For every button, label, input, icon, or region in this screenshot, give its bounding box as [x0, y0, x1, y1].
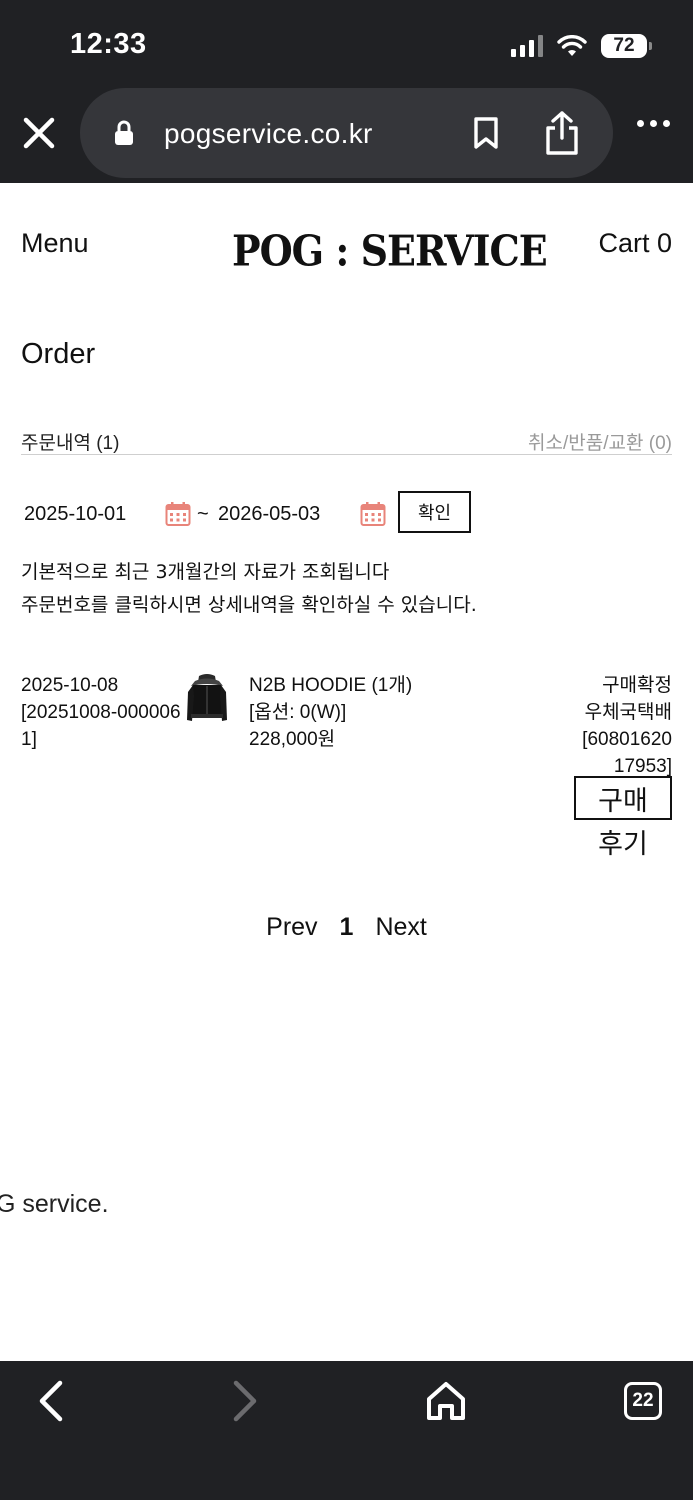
product-price: 228,000원 [249, 729, 336, 750]
cart-link[interactable]: Cart 0 [598, 228, 672, 259]
review-button-label: 구매 [598, 785, 648, 816]
back-arrow-icon[interactable] [34, 1379, 68, 1423]
browser-bottom-toolbar: 22 [0, 1361, 693, 1500]
write-review-button[interactable]: 구매 [574, 776, 672, 820]
cellular-signal-icon [511, 35, 543, 57]
bookmark-icon[interactable] [473, 116, 499, 150]
lock-icon [115, 120, 133, 145]
shipping-carrier: 우체국택배 [584, 702, 672, 723]
battery-level: 72 [613, 35, 635, 56]
order-row: 2025-10-08 [20251008-0000061] N2B HOODIE… [21, 672, 672, 872]
footer-copyright: G service. [0, 1190, 109, 1218]
prev-page-link[interactable]: Prev [266, 913, 317, 942]
order-date-cell: 2025-10-08 [20251008-0000061] [21, 672, 183, 753]
product-info: N2B HOODIE (1개) [옵션: 0(W)] 228,000원 [249, 672, 412, 753]
page-title: Order [21, 338, 96, 370]
order-tabs: 주문내역 (1) 취소/반품/교환 (0) [21, 426, 672, 455]
more-options-icon[interactable] [637, 120, 670, 127]
notice-text: 기본적으로 최근 3개월간의 자료가 조회됩니다 주문번호를 클릭하시면 상세내… [21, 556, 477, 622]
order-date: 2025-10-08 [21, 675, 119, 696]
pagination: Prev 1 Next [0, 913, 693, 942]
current-page[interactable]: 1 [340, 913, 354, 942]
site-logo[interactable]: POG : SERVICE [232, 226, 548, 276]
calendar-icon[interactable] [360, 501, 386, 527]
notice-line: 기본적으로 최근 3개월간의 자료가 조회됩니다 [21, 561, 390, 583]
tab-cancel-return-exchange[interactable]: 취소/반품/교환 (0) [528, 428, 672, 455]
share-icon[interactable] [544, 110, 580, 156]
home-icon[interactable] [424, 1379, 468, 1423]
order-status-cell: 구매확정 우체국택배 [6080162017953] [572, 672, 672, 780]
order-number-link[interactable]: [20251008-0000061] [21, 699, 183, 753]
date-from-input[interactable]: 2025-10-01 [24, 503, 126, 526]
tabs-count-icon[interactable]: 22 [624, 1382, 662, 1420]
url-text: pogservice.co.kr [164, 118, 373, 149]
status-icons: 72 [511, 32, 652, 60]
review-button-label-overflow[interactable]: 후기 [574, 822, 672, 861]
tracking-number-link[interactable]: [6080162017953] [572, 726, 672, 780]
tab-orders[interactable]: 주문내역 (1) [21, 428, 119, 455]
status-time: 12:33 [70, 28, 147, 60]
confirm-button[interactable]: 확인 [398, 491, 471, 533]
date-filter: 2025-10-01 ~ 2026-05-03 확인 [24, 491, 524, 533]
close-icon[interactable] [20, 114, 58, 152]
date-separator: ~ [197, 503, 209, 525]
browser-top-chrome: 12:33 72 pogservice.co.kr [0, 0, 693, 183]
battery-icon: 72 [601, 34, 652, 58]
wifi-icon [557, 35, 587, 56]
notice-line: 주문번호를 클릭하시면 상세내역을 확인하실 수 있습니다. [21, 594, 477, 616]
product-thumbnail[interactable] [185, 672, 229, 728]
next-page-link[interactable]: Next [375, 913, 426, 942]
product-option: [옵션: 0(W)] [249, 702, 347, 723]
product-name[interactable]: N2B HOODIE (1개) [249, 672, 412, 699]
order-status: 구매확정 [602, 675, 672, 696]
menu-link[interactable]: Menu [21, 228, 89, 259]
calendar-icon[interactable] [165, 501, 191, 527]
address-bar[interactable]: pogservice.co.kr [80, 88, 613, 178]
forward-arrow-icon[interactable] [228, 1379, 262, 1423]
date-to-input[interactable]: 2026-05-03 [218, 503, 320, 526]
